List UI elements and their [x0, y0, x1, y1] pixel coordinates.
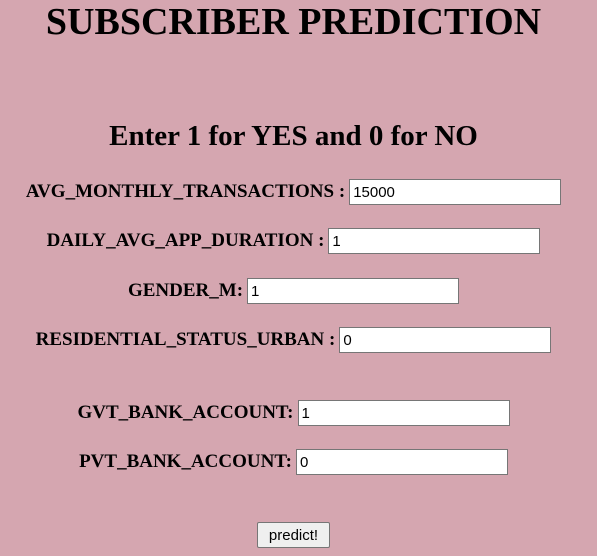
page-title: SUBSCRIBER PREDICTION	[45, 1, 542, 43]
daily-avg-app-duration-input[interactable]	[328, 228, 541, 254]
gender-m-input[interactable]	[247, 278, 460, 304]
predict-button[interactable]: predict!	[257, 522, 330, 548]
field-row-gvt-bank-account: GVT_BANK_ACCOUNT:	[0, 400, 587, 426]
avg-monthly-transactions-input[interactable]	[349, 179, 562, 205]
field-row-residential-status-urban: RESIDENTIAL_STATUS_URBAN :	[0, 327, 587, 353]
pvt-bank-account-label: PVT_BANK_ACCOUNT:	[79, 451, 292, 472]
gvt-bank-account-label: GVT_BANK_ACCOUNT:	[77, 402, 294, 423]
field-row-gender-m: GENDER_M:	[0, 278, 587, 304]
residential-status-urban-input[interactable]	[339, 327, 552, 353]
residential-status-urban-label: RESIDENTIAL_STATUS_URBAN :	[35, 329, 336, 350]
instruction-subtitle: Enter 1 for YES and 0 for NO	[109, 120, 478, 152]
daily-avg-app-duration-label: DAILY_AVG_APP_DURATION :	[46, 230, 325, 251]
pvt-bank-account-input[interactable]	[295, 449, 508, 475]
gender-m-label: GENDER_M:	[127, 280, 244, 301]
field-row-pvt-bank-account: PVT_BANK_ACCOUNT:	[0, 449, 587, 475]
field-row-daily-avg-app-duration: DAILY_AVG_APP_DURATION :	[0, 228, 587, 254]
gvt-bank-account-input[interactable]	[297, 400, 510, 426]
avg-monthly-transactions-label: AVG_MONTHLY_TRANSACTIONS :	[25, 181, 346, 202]
field-row-avg-monthly-transactions: AVG_MONTHLY_TRANSACTIONS :	[0, 179, 587, 205]
